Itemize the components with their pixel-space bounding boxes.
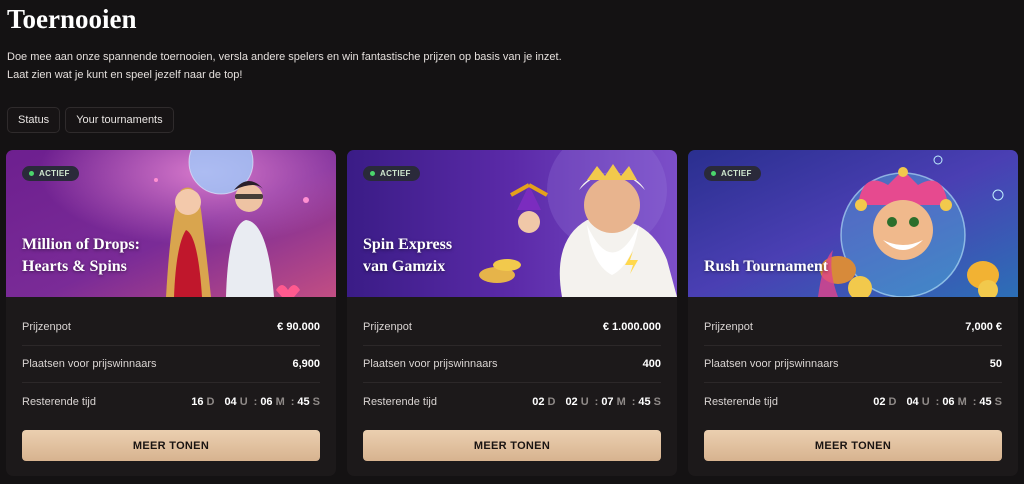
winner-places-row: Plaatsen voor prijswinnaars 6,900	[22, 346, 320, 383]
winner-places-value: 400	[642, 358, 661, 370]
prize-pool-row: Prijzenpot 7,000 €	[704, 309, 1002, 346]
tournament-banner-image: ACTIEF Rush Tournament	[688, 150, 1018, 297]
timer-hours: 02	[565, 395, 578, 408]
time-separator: :	[253, 395, 258, 408]
time-separator: :	[594, 395, 599, 408]
prize-pool-value: € 1.000.000	[602, 321, 661, 333]
tournament-title-line: Spin Express	[363, 236, 453, 253]
timer-hours: 04	[906, 395, 919, 408]
timer-days: 02	[873, 395, 886, 408]
winner-places-value: 50	[989, 358, 1002, 370]
winner-places-row: Plaatsen voor prijswinnaars 400	[363, 346, 661, 383]
countdown-timer: 02 D 02 U: 07 M: 45 S	[532, 396, 661, 408]
prize-pool-label: Prijzenpot	[363, 321, 412, 333]
more-button[interactable]: MEER TONEN	[22, 430, 320, 461]
time-separator: :	[631, 395, 636, 408]
timer-minutes: 06	[260, 395, 273, 408]
prize-pool-label: Prijzenpot	[22, 321, 71, 333]
page-title: Toernooien	[7, 4, 137, 34]
minutes-unit: M	[957, 395, 967, 408]
time-separator: :	[290, 395, 295, 408]
timer-days: 02	[532, 395, 545, 408]
days-unit: D	[206, 395, 215, 408]
winner-places-value: 6,900	[292, 358, 320, 370]
timer-seconds: 45	[638, 395, 651, 408]
time-left-row: Resterende tijd 02 D 04 U: 06 M: 45 S	[704, 383, 1002, 420]
seconds-unit: S	[653, 395, 661, 408]
time-left-label: Resterende tijd	[22, 395, 96, 408]
more-button[interactable]: MEER TONEN	[704, 430, 1002, 461]
tournament-title: Million of Drops: Hearts & Spins	[22, 234, 242, 278]
time-separator: :	[935, 395, 940, 408]
your-tournaments-filter-button[interactable]: Your tournaments	[65, 107, 174, 133]
days-unit: D	[547, 395, 556, 408]
seconds-unit: S	[312, 395, 320, 408]
more-button[interactable]: MEER TONEN	[363, 430, 661, 461]
prize-pool-row: Prijzenpot € 1.000.000	[363, 309, 661, 346]
tournament-info: Prijzenpot € 1.000.000 Plaatsen voor pri…	[347, 297, 677, 420]
minutes-unit: M	[275, 395, 285, 408]
winner-places-label: Plaatsen voor prijswinnaars	[704, 358, 839, 370]
status-badge-label: ACTIEF	[380, 169, 411, 178]
tournament-list: ACTIEF Million of Drops: Hearts & Spins …	[6, 150, 1018, 476]
seconds-unit: S	[994, 395, 1002, 408]
prize-pool-row: Prijzenpot € 90.000	[22, 309, 320, 346]
countdown-timer: 02 D 04 U: 06 M: 45 S	[873, 396, 1002, 408]
time-separator: :	[972, 395, 977, 408]
active-dot-icon	[29, 171, 34, 176]
time-left-row: Resterende tijd 16 D 04 U: 06 M: 45 S	[22, 383, 320, 420]
timer-minutes: 07	[601, 395, 614, 408]
time-left-label: Resterende tijd	[363, 395, 437, 408]
page-intro: Doe mee aan onze spannende toernooien, v…	[7, 51, 562, 81]
status-badge-label: ACTIEF	[39, 169, 70, 178]
tournament-title-line: van Gamzix	[363, 258, 446, 275]
countdown-timer: 16 D 04 U: 06 M: 45 S	[191, 396, 320, 408]
tournament-banner-image: ACTIEF Spin Express van Gamzix	[347, 150, 677, 297]
winner-places-row: Plaatsen voor prijswinnaars 50	[704, 346, 1002, 383]
status-badge: ACTIEF	[363, 166, 420, 181]
status-filter-button[interactable]: Status	[7, 107, 61, 133]
time-left-row: Resterende tijd 02 D 02 U: 07 M: 45 S	[363, 383, 661, 420]
prize-pool-value: 7,000 €	[965, 321, 1002, 333]
hours-unit: U	[921, 395, 930, 408]
timer-seconds: 45	[979, 395, 992, 408]
timer-seconds: 45	[297, 395, 310, 408]
timer-minutes: 06	[942, 395, 955, 408]
tournament-title: Rush Tournament	[704, 256, 924, 278]
prize-pool-value: € 90.000	[277, 321, 320, 333]
tournament-card-spin-express: ACTIEF Spin Express van Gamzix Prijzenpo…	[347, 150, 677, 476]
tournament-card-rush-tournament: ACTIEF Rush Tournament Prijzenpot 7,000 …	[688, 150, 1018, 476]
filter-bar: Status Your tournaments	[7, 107, 174, 133]
minutes-unit: M	[616, 395, 626, 408]
tournament-info: Prijzenpot € 90.000 Plaatsen voor prijsw…	[6, 297, 336, 420]
timer-days: 16	[191, 395, 204, 408]
winner-places-label: Plaatsen voor prijswinnaars	[22, 358, 157, 370]
tournament-title-line: Million of Drops:	[22, 236, 140, 253]
tournament-card-million-of-drops: ACTIEF Million of Drops: Hearts & Spins …	[6, 150, 336, 476]
status-badge-label: ACTIEF	[721, 169, 752, 178]
active-dot-icon	[711, 171, 716, 176]
tournament-info: Prijzenpot 7,000 € Plaatsen voor prijswi…	[688, 297, 1018, 420]
days-unit: D	[888, 395, 897, 408]
winner-places-label: Plaatsen voor prijswinnaars	[363, 358, 498, 370]
active-dot-icon	[370, 171, 375, 176]
status-badge: ACTIEF	[22, 166, 79, 181]
hours-unit: U	[239, 395, 248, 408]
tournament-title: Spin Express van Gamzix	[363, 234, 583, 278]
prize-pool-label: Prijzenpot	[704, 321, 753, 333]
hours-unit: U	[580, 395, 589, 408]
status-badge: ACTIEF	[704, 166, 761, 181]
time-left-label: Resterende tijd	[704, 395, 778, 408]
timer-hours: 04	[224, 395, 237, 408]
tournament-title-line: Rush Tournament	[704, 258, 829, 275]
tournament-title-line: Hearts & Spins	[22, 258, 127, 275]
tournament-banner-image: ACTIEF Million of Drops: Hearts & Spins	[6, 150, 336, 297]
